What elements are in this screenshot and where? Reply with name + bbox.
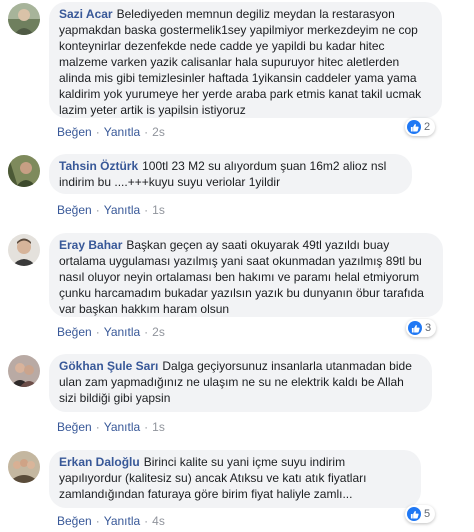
separator: ·	[95, 125, 100, 139]
reaction-count-value: 5	[424, 508, 431, 520]
like-link[interactable]: Beğen	[57, 420, 92, 434]
separator: ·	[144, 420, 149, 434]
like-reaction-icon	[408, 321, 422, 335]
like-link[interactable]: Beğen	[57, 125, 92, 139]
comment-bubble: Gökhan Şule Sarı Dalga geçiyorsunuz insan…	[49, 354, 432, 412]
separator: ·	[144, 203, 149, 217]
timestamp[interactable]: 4s	[152, 514, 165, 528]
comment-bubble: Tahsin Öztürk 100tl 23 M2 su alıyordum şu…	[49, 154, 412, 194]
timestamp[interactable]: 1s	[152, 420, 165, 434]
reaction-count-value: 3	[425, 322, 432, 334]
reaction-count-value: 2	[424, 121, 431, 133]
separator: ·	[95, 203, 100, 217]
comment-author[interactable]: Tahsin Öztürk	[59, 159, 138, 173]
comment-author[interactable]: Sazi Acar	[59, 7, 113, 21]
reply-link[interactable]: Yanıtla	[104, 514, 140, 528]
separator: ·	[95, 514, 100, 528]
reaction-count[interactable]: 2	[405, 118, 436, 136]
separator: ·	[144, 125, 149, 139]
comment-actions: Beğen · Yanıtla · 2s	[57, 125, 165, 139]
reaction-count[interactable]: 3	[406, 319, 437, 337]
avatar[interactable]	[8, 155, 40, 187]
avatar[interactable]	[8, 451, 40, 483]
separator: ·	[144, 514, 149, 528]
like-reaction-icon	[407, 507, 421, 521]
comment-author[interactable]: Erkan Daloğlu	[59, 455, 140, 469]
like-link[interactable]: Beğen	[57, 203, 92, 217]
like-link[interactable]: Beğen	[57, 325, 92, 339]
like-link[interactable]: Beğen	[57, 514, 92, 528]
comment-actions: Beğen · Yanıtla · 1s	[57, 203, 165, 217]
timestamp[interactable]: 2s	[152, 125, 165, 139]
reaction-count[interactable]: 5	[405, 505, 436, 523]
comment-text: Belediyeden memnun degiliz meydan la res…	[59, 7, 422, 117]
avatar[interactable]	[8, 3, 40, 35]
reply-link[interactable]: Yanıtla	[104, 420, 140, 434]
comment-bubble: Erkan Daloğlu Birinci kalite su yani içme…	[49, 450, 421, 508]
timestamp[interactable]: 1s	[152, 203, 165, 217]
comment-author[interactable]: Eray Bahar	[59, 238, 122, 252]
separator: ·	[95, 325, 100, 339]
reply-link[interactable]: Yanıtla	[104, 203, 140, 217]
comment-bubble: Eray Bahar Başkan geçen ay saati okuyarak…	[49, 233, 443, 317]
separator: ·	[95, 420, 100, 434]
separator: ·	[144, 325, 149, 339]
avatar[interactable]	[8, 234, 40, 266]
reply-link[interactable]: Yanıtla	[104, 125, 140, 139]
avatar[interactable]	[8, 355, 40, 387]
comment-bubble: Sazi Acar Belediyeden memnun degiliz meyd…	[49, 2, 442, 118]
like-reaction-icon	[407, 120, 421, 134]
comment-author[interactable]: Gökhan Şule Sarı	[59, 359, 158, 373]
comment-actions: Beğen · Yanıtla · 1s	[57, 420, 165, 434]
reply-link[interactable]: Yanıtla	[104, 325, 140, 339]
comment-actions: Beğen · Yanıtla · 2s	[57, 325, 165, 339]
timestamp[interactable]: 2s	[152, 325, 165, 339]
comment-actions: Beğen · Yanıtla · 4s	[57, 514, 165, 528]
